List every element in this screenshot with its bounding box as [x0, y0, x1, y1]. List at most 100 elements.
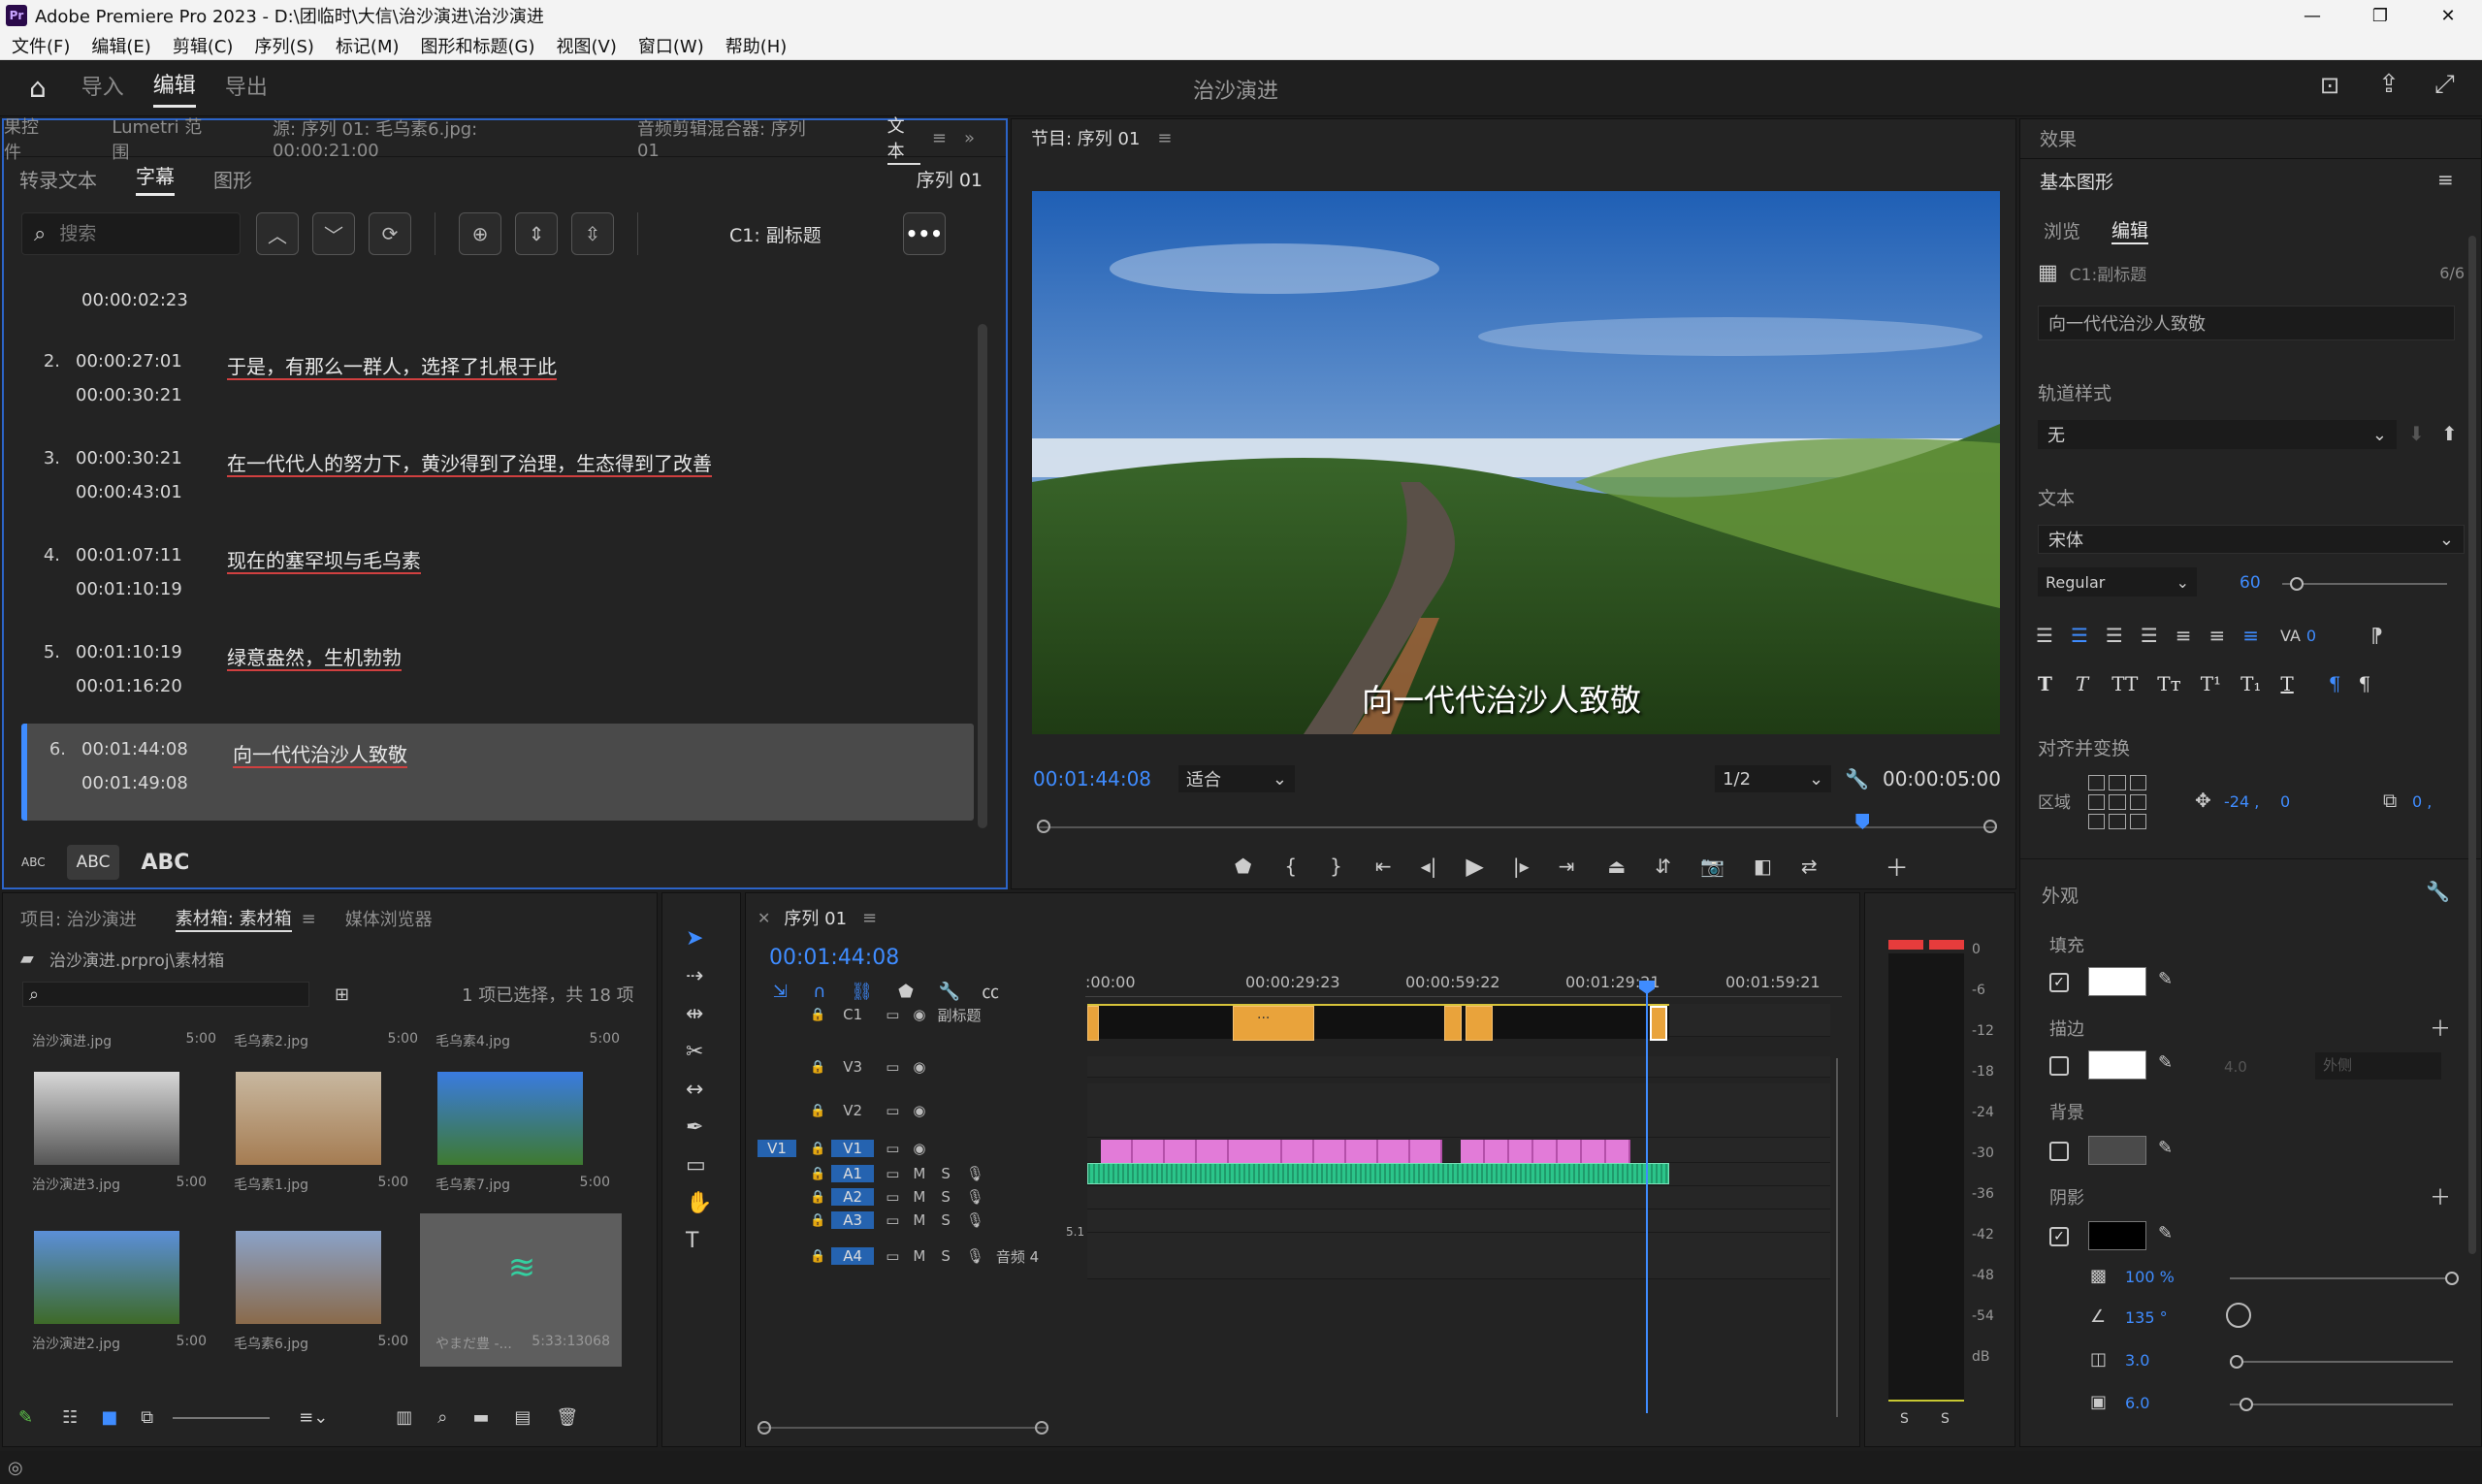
- tracking-value[interactable]: 0: [2306, 627, 2316, 645]
- solo-button[interactable]: S: [941, 1165, 951, 1182]
- justify-icon[interactable]: ☰: [2141, 624, 2158, 647]
- find-icon[interactable]: ⌕: [437, 1407, 447, 1428]
- push-up-icon[interactable]: ⬆: [2441, 422, 2458, 445]
- program-video-frame[interactable]: 向一代代治沙人致敬: [1032, 191, 2000, 734]
- shadow-color-swatch[interactable]: [2088, 1221, 2146, 1250]
- trash-icon[interactable]: 🗑: [556, 1407, 578, 1428]
- shadow-size[interactable]: 6.0: [2125, 1394, 2149, 1412]
- mute-button[interactable]: M: [913, 1247, 925, 1265]
- snap-magnet-icon[interactable]: ∩: [813, 982, 825, 1002]
- tab-export[interactable]: 导出: [225, 70, 268, 107]
- overflow-chevron-icon[interactable]: »: [964, 128, 975, 148]
- solo-button[interactable]: S: [941, 1188, 951, 1206]
- track-output-icon[interactable]: ▭: [886, 1211, 899, 1229]
- caption-text[interactable]: 在一代代人的努力下，黄沙得到了治理，生态得到了改善: [227, 448, 712, 530]
- new-search-bin-icon[interactable]: ⊞: [335, 984, 349, 1005]
- tab-graphics[interactable]: 图形: [213, 165, 252, 193]
- panel-menu-icon[interactable]: ≡: [932, 128, 947, 148]
- caption-in-time[interactable]: 00:00:27:01: [76, 351, 211, 371]
- timeline-ruler[interactable]: :00:00 00:00:29:23 00:00:59:22 00:01:29:21 0…: [1085, 961, 1842, 1000]
- menu-clip[interactable]: 剪辑(C): [173, 33, 234, 58]
- track-output-icon[interactable]: ▭: [886, 1140, 899, 1157]
- graphics-text-field[interactable]: 向一代代治沙人致敬: [2038, 306, 2455, 340]
- caption-clip[interactable]: [1466, 1006, 1493, 1041]
- track-output-icon[interactable]: ▭: [886, 1165, 899, 1182]
- panel-menu-icon[interactable]: ≡: [862, 908, 877, 928]
- track-style-dropdown[interactable]: 无 ⌄: [2038, 420, 2397, 449]
- track-id[interactable]: V2: [831, 1102, 874, 1119]
- tab-captions[interactable]: 字幕: [136, 161, 175, 196]
- menu-help[interactable]: 帮助(H): [725, 33, 788, 58]
- caption-item[interactable]: 5. 00:01:10:19 00:01:16:20 绿意盎然，生机勃勃: [21, 627, 974, 724]
- maximize-button[interactable]: ❐: [2346, 6, 2414, 26]
- new-item-icon[interactable]: ▤: [514, 1407, 531, 1428]
- track-header-a1[interactable]: 🔒 A1 ▭ M S 🎙: [746, 1163, 1085, 1184]
- effects-tab[interactable]: 效果: [2040, 125, 2077, 151]
- tab-project[interactable]: 项目: 治沙演进: [20, 906, 137, 931]
- extract-icon[interactable]: ⇵: [1655, 855, 1671, 878]
- lock-icon[interactable]: 🔒: [810, 1142, 825, 1156]
- menu-graphics[interactable]: 图形和标题(G): [421, 33, 535, 58]
- track-output-icon[interactable]: ▭: [886, 1247, 899, 1265]
- position-x[interactable]: -24 ,: [2224, 792, 2259, 811]
- export-frame-camera-icon[interactable]: 📷: [1700, 855, 1725, 878]
- eyedropper-icon[interactable]: ✎: [2158, 1223, 2173, 1243]
- next-caption-button[interactable]: ﹀: [312, 212, 355, 255]
- shadow-checkbox[interactable]: ✓: [2049, 1227, 2069, 1246]
- stroke-type-dropdown[interactable]: 外侧: [2315, 1052, 2441, 1080]
- tab-transcript[interactable]: 转录文本: [19, 165, 97, 193]
- microphone-icon[interactable]: 🎙: [966, 1165, 984, 1182]
- faux-italic-icon[interactable]: T: [2076, 672, 2088, 695]
- menu-edit[interactable]: 编辑(E): [91, 33, 150, 58]
- track-id[interactable]: V1: [831, 1140, 875, 1157]
- bin-item[interactable]: 毛乌素7.jpg 5:00: [420, 1054, 622, 1208]
- hand-tool-icon[interactable]: ✋: [686, 1191, 712, 1215]
- nest-icon[interactable]: ⇲: [773, 982, 788, 1002]
- home-icon[interactable]: ⌂: [29, 72, 47, 104]
- layer-name[interactable]: C1:副标题: [2070, 261, 2146, 285]
- distance-slider[interactable]: [2230, 1355, 2453, 1369]
- panel-scrollbar[interactable]: [2468, 236, 2476, 1254]
- fill-color-swatch[interactable]: [2088, 967, 2146, 996]
- menu-file[interactable]: 文件(F): [12, 33, 70, 58]
- track-id[interactable]: A1: [831, 1165, 875, 1182]
- align-top-icon[interactable]: ≡: [2176, 624, 2192, 647]
- close-window-button[interactable]: ✕: [2414, 6, 2482, 26]
- faux-bold-icon[interactable]: T: [2038, 672, 2052, 695]
- caption-in-time[interactable]: 00:01:07:11: [76, 545, 211, 565]
- more-options-button[interactable]: •••: [902, 212, 946, 255]
- subscript-icon[interactable]: T₁: [2240, 672, 2261, 695]
- microphone-icon[interactable]: 🎙: [966, 1247, 984, 1265]
- track-header-v1[interactable]: V1 🔒 V1 ▭ ◉: [746, 1138, 1085, 1159]
- freeform-view-icon[interactable]: ⧉: [141, 1407, 153, 1428]
- caption-clip[interactable]: [1650, 1006, 1667, 1041]
- background-color-swatch[interactable]: [2088, 1136, 2146, 1165]
- program-monitor-title[interactable]: 节目: 序列 01: [1031, 125, 1140, 150]
- track-output-icon[interactable]: ▭: [886, 1102, 899, 1119]
- caption-out-time[interactable]: 00:00:30:21: [76, 385, 211, 405]
- mark-out-icon[interactable]: }: [1330, 855, 1342, 878]
- tab-effect-controls[interactable]: 果控件: [4, 113, 53, 164]
- caption-text[interactable]: 绿意盎然，生机勃勃: [227, 642, 402, 724]
- alignment-grid-icon[interactable]: [2088, 775, 2146, 829]
- track-header-a4[interactable]: 🔒 A4 ▭ M S 🎙 音频 4: [746, 1233, 1085, 1279]
- caption-item[interactable]: 2. 00:00:27:01 00:00:30:21 于是，有那么一群人，选择了扎根于…: [21, 336, 974, 433]
- kerning-icon[interactable]: ⁋: [2370, 624, 2383, 647]
- caption-item[interactable]: 4. 00:01:07:11 00:01:10:19 现在的塞罕坝与毛乌素: [21, 530, 974, 627]
- track-id[interactable]: A4: [831, 1247, 875, 1265]
- eyedropper-icon[interactable]: ✎: [2158, 1052, 2173, 1073]
- track-id[interactable]: A3: [831, 1211, 875, 1229]
- caption-text[interactable]: 于是，有那么一群人，选择了扎根于此: [227, 351, 557, 433]
- solo-button[interactable]: S: [941, 1247, 951, 1265]
- track-header-v3[interactable]: 🔒 V3 ▭ ◉: [746, 1056, 1085, 1078]
- font-dropdown[interactable]: 宋体 ⌄: [2038, 525, 2465, 554]
- bin-item[interactable]: 治沙演进2.jpg 5:00: [16, 1213, 218, 1367]
- small-caps-icon[interactable]: Tт: [2157, 672, 2180, 695]
- bin-item[interactable]: 治沙演进3.jpg 5:00: [16, 1054, 218, 1208]
- lowercase-button[interactable]: ABC: [21, 855, 46, 869]
- track-id[interactable]: A2: [831, 1188, 875, 1206]
- size-slider[interactable]: [2230, 1398, 2453, 1411]
- audio-clip[interactable]: [1087, 1163, 1669, 1184]
- track-header-a3[interactable]: 🔒 A3 ▭ M S 🎙: [746, 1210, 1085, 1231]
- ltr-icon[interactable]: ¶: [2329, 672, 2341, 695]
